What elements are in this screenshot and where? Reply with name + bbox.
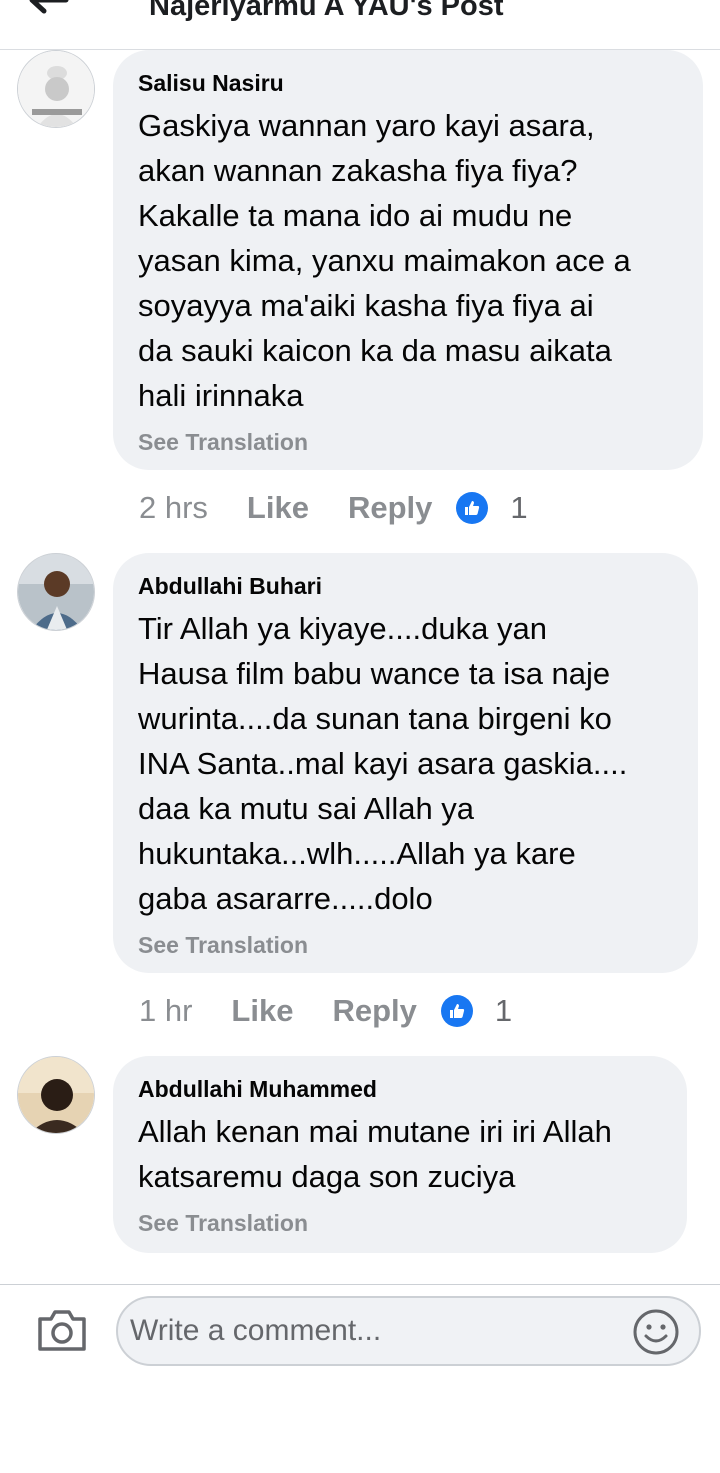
- post-title: Najeriyarmu A YAU's Post: [149, 0, 504, 22]
- comment-text: Gaskiya wannan yaro kayi asara, akan wan…: [138, 108, 631, 413]
- see-translation-link[interactable]: See Translation: [138, 1208, 663, 1238]
- comment-bubble[interactable]: Salisu Nasiru Gaskiya wannan yaro kayi a…: [113, 50, 703, 470]
- comment-bubble[interactable]: Abdullahi Buhari Tir Allah ya kiyaye....…: [113, 553, 698, 973]
- comment-bubble[interactable]: Abdullahi Muhammed Allah kenan mai mutan…: [113, 1056, 687, 1253]
- comment-author[interactable]: Abdullahi Muhammed: [138, 1075, 663, 1103]
- comment-author[interactable]: Salisu Nasiru: [138, 69, 679, 97]
- reply-button[interactable]: Reply: [332, 993, 416, 1029]
- back-arrow-icon[interactable]: [26, 0, 70, 18]
- like-button[interactable]: Like: [231, 993, 293, 1029]
- avatar[interactable]: [17, 1056, 95, 1134]
- comment-time[interactable]: 1 hr: [139, 993, 192, 1029]
- comment-text: Tir Allah ya kiyaye....duka yan Hausa fi…: [138, 611, 628, 916]
- comment-text: Allah kenan mai mutane iri iri Allah kat…: [138, 1114, 612, 1194]
- avatar[interactable]: [17, 50, 95, 128]
- comment-input-wrapper[interactable]: [116, 1296, 701, 1366]
- see-translation-link[interactable]: See Translation: [138, 930, 674, 960]
- reaction-count[interactable]: 1: [510, 490, 527, 526]
- reply-button[interactable]: Reply: [348, 490, 432, 526]
- comment-composer: [0, 1284, 720, 1473]
- comment-input[interactable]: [130, 1298, 620, 1364]
- comment-actions: 1 hr Like Reply 1: [139, 991, 512, 1031]
- top-bar: Najeriyarmu A YAU's Post: [0, 0, 720, 50]
- reaction-count[interactable]: 1: [495, 993, 512, 1029]
- see-translation-link[interactable]: See Translation: [138, 427, 679, 457]
- avatar[interactable]: [17, 553, 95, 631]
- comment-author[interactable]: Abdullahi Buhari: [138, 572, 674, 600]
- comment-actions: 2 hrs Like Reply 1: [139, 488, 528, 528]
- thumbs-up-icon[interactable]: [440, 995, 473, 1027]
- like-button[interactable]: Like: [247, 490, 309, 526]
- comment-list: Salisu Nasiru Gaskiya wannan yaro kayi a…: [0, 50, 720, 1283]
- camera-icon[interactable]: [36, 1307, 88, 1353]
- smiley-icon[interactable]: [632, 1308, 680, 1356]
- comment-time[interactable]: 2 hrs: [139, 490, 208, 526]
- thumbs-up-icon[interactable]: [456, 492, 489, 524]
